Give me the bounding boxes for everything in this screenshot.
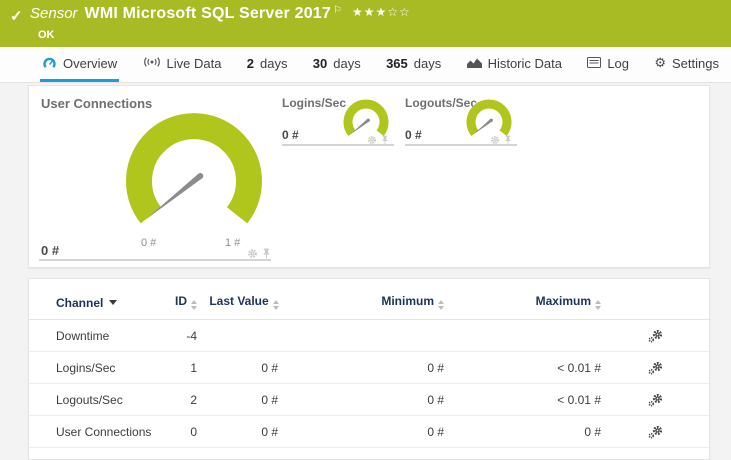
gauge-gear-icon[interactable] (490, 132, 500, 150)
column-header-channel[interactable]: Channel (29, 293, 174, 320)
tab-historic-data[interactable]: Historic Data (465, 47, 564, 82)
area-chart-icon (466, 56, 482, 71)
gauge-scale-min: 0 # (141, 237, 157, 249)
gauge-pin-icon[interactable] (381, 132, 389, 150)
gauge-gear-icon[interactable] (367, 132, 377, 150)
tab-label: Log (607, 55, 630, 71)
channels-panel: Channel ID Last Value Minimum Maximum Do… (28, 278, 711, 460)
primary-gauge-value: 0 # (41, 243, 60, 258)
log-icon (587, 56, 602, 71)
channel-minimum: 0 # (284, 383, 449, 416)
priority-flag-icon[interactable]: ⚐ (333, 5, 342, 16)
tab-label: Live Data (166, 55, 222, 71)
gauges-panel: User Connections 0 # 1 # 0 # Logins/Sec … (28, 85, 710, 268)
channel-minimum: 0 # (284, 351, 449, 384)
channel-last-value: 0 # (204, 351, 284, 384)
gear-icon: ⚙ (654, 55, 666, 71)
channel-maximum: 0 # (449, 415, 606, 448)
tab-live-data[interactable]: Live Data (141, 47, 224, 82)
gauge-icon (42, 55, 57, 71)
sensor-kind-label: Sensor (30, 5, 78, 22)
page-title: WMI Microsoft SQL Server 2017 (84, 5, 332, 22)
channels-table: Channel ID Last Value Minimum Maximum Do… (29, 293, 711, 448)
table-row: Downtime -4 (29, 319, 711, 352)
channel-last-value: 0 # (204, 415, 284, 448)
channel-settings-icon[interactable] (648, 393, 710, 407)
sensor-status-bar: ✓ Sensor WMI Microsoft SQL Server 2017 ⚐… (0, 0, 731, 47)
sort-icon (191, 300, 197, 310)
channel-settings-icon[interactable] (648, 425, 710, 439)
logouts-gauge-value: 0 # (405, 128, 422, 142)
sort-icon (595, 300, 601, 310)
table-header-row: Channel ID Last Value Minimum Maximum (29, 293, 711, 320)
tab-label: days (413, 55, 442, 71)
status-badge: OK (38, 29, 55, 41)
gauge-pin-icon[interactable] (262, 246, 271, 264)
logins-gauge-value: 0 # (282, 128, 299, 142)
tab-30-days[interactable]: 30 days (311, 47, 363, 82)
channel-maximum: < 0.01 # (449, 383, 606, 416)
channel-id: 0 (174, 415, 204, 448)
sort-descending-icon (109, 300, 118, 305)
tab-log[interactable]: Log (585, 47, 631, 82)
tab-label: Overview (63, 55, 118, 71)
tab-label: days (333, 55, 361, 71)
column-header-minimum[interactable]: Minimum (284, 293, 449, 320)
gauge-gear-icon[interactable] (247, 246, 258, 264)
tab-number: 2 (246, 55, 254, 71)
logins-gauge-title: Logins/Sec (282, 96, 347, 110)
tab-label: Settings (672, 55, 719, 71)
tab-bar: Overview Live Data 2 days 30 days 365 da… (0, 47, 731, 83)
channel-settings-icon[interactable] (648, 329, 710, 343)
channel-last-value (204, 319, 284, 352)
tab-settings[interactable]: ⚙ Settings (652, 47, 721, 82)
user-connections-gauge[interactable] (119, 109, 269, 254)
column-header-id[interactable]: ID (174, 293, 204, 320)
channel-last-value: 0 # (204, 383, 284, 416)
sort-icon (438, 300, 444, 310)
channel-maximum: < 0.01 # (449, 351, 606, 384)
tab-overview[interactable]: Overview (40, 47, 120, 82)
gauge-scale-max: 1 # (225, 237, 241, 249)
channel-name: Logouts/Sec (29, 383, 174, 416)
tab-2-days[interactable]: 2 days (245, 47, 290, 82)
tab-365-days[interactable]: 365 days (384, 47, 443, 82)
table-row: User Connections 0 0 # 0 # 0 # (29, 415, 711, 448)
channel-id: -4 (174, 319, 204, 352)
tab-label: Historic Data (487, 55, 562, 71)
channel-settings-icon[interactable] (648, 361, 710, 375)
tab-number: 365 (386, 55, 408, 71)
status-check-icon: ✓ (10, 8, 23, 25)
channel-id: 2 (174, 383, 204, 416)
tab-label: days (260, 55, 288, 71)
column-header-maximum[interactable]: Maximum (449, 293, 606, 320)
channel-minimum (284, 319, 449, 352)
tab-number: 30 (312, 55, 328, 71)
channel-name: Logins/Sec (29, 351, 174, 384)
table-row: Logouts/Sec 2 0 # 0 # < 0.01 # (29, 383, 711, 416)
channel-id: 1 (174, 351, 204, 384)
channel-name: User Connections (29, 415, 174, 448)
live-data-icon (143, 56, 161, 71)
channel-name: Downtime (29, 319, 174, 352)
channel-minimum: 0 # (284, 415, 449, 448)
gauge-pin-icon[interactable] (504, 132, 512, 150)
sort-icon (272, 300, 279, 310)
table-row: Logins/Sec 1 0 # 0 # < 0.01 # (29, 351, 711, 384)
channel-maximum (449, 319, 606, 352)
column-header-last-value[interactable]: Last Value (204, 293, 284, 320)
priority-stars[interactable]: ★★★☆☆ (352, 5, 411, 19)
